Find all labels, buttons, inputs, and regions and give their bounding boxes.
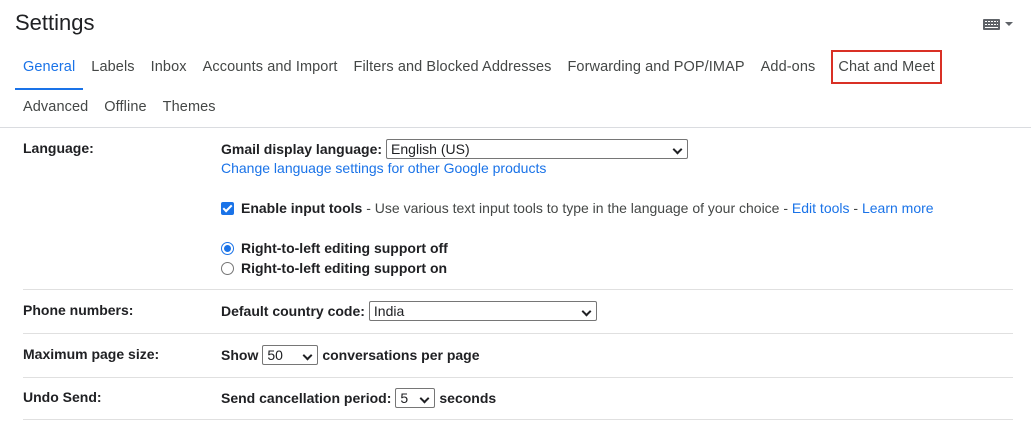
page-size-value: 50 bbox=[267, 347, 283, 363]
tab-advanced[interactable]: Advanced bbox=[15, 90, 96, 124]
tab-offline[interactable]: Offline bbox=[96, 90, 154, 124]
tab-chat-and-meet[interactable]: Chat and Meet bbox=[831, 50, 942, 84]
display-language-value: English (US) bbox=[391, 141, 470, 157]
language-label: Language: bbox=[23, 140, 94, 156]
tab-add-ons[interactable]: Add-ons bbox=[753, 50, 824, 84]
cancellation-period-select[interactable]: 5 bbox=[395, 388, 436, 408]
tab-general[interactable]: General bbox=[15, 50, 84, 90]
keyboard-icon bbox=[983, 18, 1000, 30]
learn-more-link[interactable]: Learn more bbox=[862, 200, 934, 216]
undo-send-section: Undo Send: Send cancellation period: 5 s… bbox=[23, 387, 1013, 411]
rtl-off-label: Right-to-left editing support off bbox=[241, 240, 448, 256]
edit-tools-link[interactable]: Edit tools bbox=[792, 200, 850, 216]
tab-accounts-and-import[interactable]: Accounts and Import bbox=[195, 50, 346, 84]
tab-forwarding-and-pop-imap[interactable]: Forwarding and POP/IMAP bbox=[559, 50, 752, 84]
settings-tabs-row-1: General Labels Inbox Accounts and Import… bbox=[15, 50, 942, 90]
rtl-on-label: Right-to-left editing support on bbox=[241, 260, 448, 276]
country-code-value: India bbox=[373, 303, 405, 319]
change-language-link[interactable]: Change language settings for other Googl… bbox=[221, 160, 546, 176]
display-language-label: Gmail display language: bbox=[221, 141, 383, 157]
phone-numbers-label: Phone numbers: bbox=[23, 302, 134, 318]
enable-input-tools-checkbox[interactable] bbox=[221, 201, 234, 215]
page-size-label: Maximum page size: bbox=[23, 346, 160, 362]
link-separator: - bbox=[849, 200, 862, 216]
rtl-off-radio[interactable] bbox=[221, 241, 234, 255]
enable-input-tools-label: Enable input tools bbox=[241, 200, 363, 216]
phone-numbers-section: Phone numbers: Default country code: Ind… bbox=[23, 300, 1013, 324]
tab-themes[interactable]: Themes bbox=[155, 90, 224, 124]
section-divider bbox=[23, 333, 1013, 334]
cancellation-period-value: 5 bbox=[400, 390, 409, 406]
page-title: Settings bbox=[15, 10, 95, 35]
display-language-select[interactable]: English (US) bbox=[386, 139, 689, 159]
input-tools-toggle[interactable] bbox=[983, 17, 1017, 31]
section-divider bbox=[23, 377, 1013, 378]
section-divider bbox=[23, 419, 1013, 420]
tab-filters-and-blocked-addresses[interactable]: Filters and Blocked Addresses bbox=[346, 50, 560, 84]
language-section: Language: Gmail display language: Englis… bbox=[23, 139, 1013, 289]
page-size-section: Maximum page size: Show 50 conversations… bbox=[23, 344, 1013, 368]
section-divider bbox=[23, 289, 1013, 290]
country-code-select[interactable]: India bbox=[368, 301, 597, 321]
tab-inbox[interactable]: Inbox bbox=[143, 50, 195, 84]
page-size-suffix: conversations per page bbox=[322, 347, 480, 363]
rtl-on-radio[interactable] bbox=[221, 261, 234, 275]
page-size-show-label: Show bbox=[221, 347, 259, 363]
caret-down-icon bbox=[1005, 22, 1013, 26]
settings-tabs-row-2: Advanced Offline Themes bbox=[15, 90, 224, 124]
cancellation-period-suffix: seconds bbox=[439, 390, 497, 406]
tabs-divider bbox=[0, 127, 1031, 128]
page-size-select[interactable]: 50 bbox=[262, 345, 319, 365]
undo-send-label: Undo Send: bbox=[23, 389, 102, 405]
input-tools-description: - Use various text input tools to type i… bbox=[362, 200, 792, 216]
country-code-label: Default country code: bbox=[221, 303, 365, 319]
cancellation-period-label: Send cancellation period: bbox=[221, 390, 392, 406]
tab-labels[interactable]: Labels bbox=[83, 50, 142, 84]
